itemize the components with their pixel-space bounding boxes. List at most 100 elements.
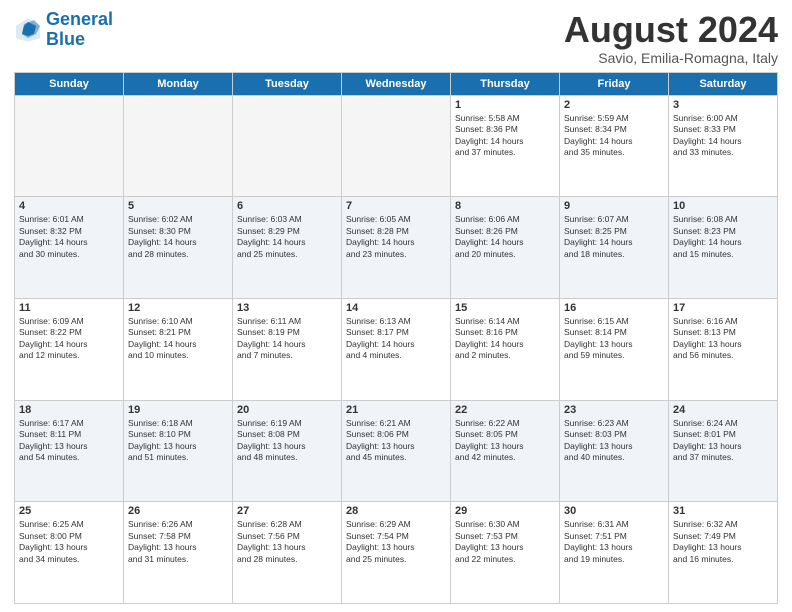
day-number: 24: [673, 404, 773, 416]
day-number: 30: [564, 505, 664, 517]
table-row: 10Sunrise: 6:08 AM Sunset: 8:23 PM Dayli…: [669, 197, 778, 299]
day-info: Sunrise: 6:06 AM Sunset: 8:26 PM Dayligh…: [455, 214, 555, 260]
table-row: 16 Sunrise: 6:15 AM Sunset: 8:14 PM Dayli…: [560, 298, 669, 400]
table-row: 2Sunrise: 5:59 AM Sunset: 8:34 PM Daylig…: [560, 95, 669, 197]
day-number: 9: [564, 200, 664, 212]
day-info: Sunrise: 6:08 AM Sunset: 8:23 PM Dayligh…: [673, 214, 773, 260]
month-title: August 2024: [564, 10, 778, 50]
day-number: 5: [128, 200, 228, 212]
day-number: 8: [455, 200, 555, 212]
table-row: 25Sunrise: 6:25 AM Sunset: 8:00 PM Dayli…: [15, 502, 124, 604]
table-row: 1 Sunrise: 5:58 AM Sunset: 8:36 PM Daylig…: [451, 95, 560, 197]
calendar-table: Sunday Monday Tuesday Wednesday Thursday…: [14, 72, 778, 604]
day-info: Sunrise: 6:29 AM Sunset: 7:54 PM Dayligh…: [346, 519, 446, 565]
day-number: 23: [564, 404, 664, 416]
day-info: Sunrise: 6:05 AM Sunset: 8:28 PM Dayligh…: [346, 214, 446, 260]
table-row: 28 Sunrise: 6:29 AM Sunset: 7:54 PM Dayli…: [342, 502, 451, 604]
day-number: 12: [128, 302, 228, 314]
day-info: Sunrise: 6:15 AM Sunset: 8:14 PM Dayligh…: [564, 316, 664, 362]
table-row: 13Sunrise: 6:11 AM Sunset: 8:19 PM Dayli…: [233, 298, 342, 400]
day-number: 3: [673, 99, 773, 111]
table-row: 27Sunrise: 6:28 AM Sunset: 7:56 PM Dayli…: [233, 502, 342, 604]
table-row: 24Sunrise: 6:24 AM Sunset: 8:01 PM Dayli…: [669, 400, 778, 502]
calendar-row-4: 25Sunrise: 6:25 AM Sunset: 8:00 PM Dayli…: [15, 502, 778, 604]
day-number: 15: [455, 302, 555, 314]
table-row: 8 Sunrise: 6:06 AM Sunset: 8:26 PM Daylig…: [451, 197, 560, 299]
col-monday: Monday: [124, 72, 233, 95]
table-row: 22Sunrise: 6:22 AM Sunset: 8:05 PM Dayli…: [451, 400, 560, 502]
day-number: 20: [237, 404, 337, 416]
day-info: Sunrise: 6:02 AM Sunset: 8:30 PM Dayligh…: [128, 214, 228, 260]
table-row: 5 Sunrise: 6:02 AM Sunset: 8:30 PM Daylig…: [124, 197, 233, 299]
calendar-header-row: Sunday Monday Tuesday Wednesday Thursday…: [15, 72, 778, 95]
logo-line1: General: [46, 9, 113, 29]
table-row: 20 Sunrise: 6:19 AM Sunset: 8:08 PM Dayli…: [233, 400, 342, 502]
col-wednesday: Wednesday: [342, 72, 451, 95]
calendar-row-0: 1 Sunrise: 5:58 AM Sunset: 8:36 PM Daylig…: [15, 95, 778, 197]
day-info: Sunrise: 6:21 AM Sunset: 8:06 PM Dayligh…: [346, 418, 446, 464]
page: General Blue August 2024 Savio, Emilia-R…: [0, 0, 792, 612]
day-info: Sunrise: 6:17 AM Sunset: 8:11 PM Dayligh…: [19, 418, 119, 464]
table-row: 15 Sunrise: 6:14 AM Sunset: 8:16 PM Dayli…: [451, 298, 560, 400]
logo-icon: [14, 16, 42, 44]
day-info: Sunrise: 6:19 AM Sunset: 8:08 PM Dayligh…: [237, 418, 337, 464]
day-info: Sunrise: 6:00 AM Sunset: 8:33 PM Dayligh…: [673, 113, 773, 159]
calendar-row-3: 18 Sunrise: 6:17 AM Sunset: 8:11 PM Dayli…: [15, 400, 778, 502]
day-info: Sunrise: 6:03 AM Sunset: 8:29 PM Dayligh…: [237, 214, 337, 260]
title-block: August 2024 Savio, Emilia-Romagna, Italy: [564, 10, 778, 66]
day-info: Sunrise: 6:13 AM Sunset: 8:17 PM Dayligh…: [346, 316, 446, 362]
logo-text: General Blue: [46, 10, 113, 50]
day-info: Sunrise: 5:58 AM Sunset: 8:36 PM Dayligh…: [455, 113, 555, 159]
col-friday: Friday: [560, 72, 669, 95]
table-row: 31 Sunrise: 6:32 AM Sunset: 7:49 PM Dayli…: [669, 502, 778, 604]
header: General Blue August 2024 Savio, Emilia-R…: [14, 10, 778, 66]
day-info: Sunrise: 6:09 AM Sunset: 8:22 PM Dayligh…: [19, 316, 119, 362]
table-row: 7 Sunrise: 6:05 AM Sunset: 8:28 PM Daylig…: [342, 197, 451, 299]
day-number: 17: [673, 302, 773, 314]
day-info: Sunrise: 6:30 AM Sunset: 7:53 PM Dayligh…: [455, 519, 555, 565]
day-info: Sunrise: 6:18 AM Sunset: 8:10 PM Dayligh…: [128, 418, 228, 464]
day-number: 7: [346, 200, 446, 212]
table-row: 29 Sunrise: 6:30 AM Sunset: 7:53 PM Dayli…: [451, 502, 560, 604]
table-row: 9 Sunrise: 6:07 AM Sunset: 8:25 PM Daylig…: [560, 197, 669, 299]
table-row: 19 Sunrise: 6:18 AM Sunset: 8:10 PM Dayli…: [124, 400, 233, 502]
day-info: Sunrise: 6:14 AM Sunset: 8:16 PM Dayligh…: [455, 316, 555, 362]
table-row: 18 Sunrise: 6:17 AM Sunset: 8:11 PM Dayli…: [15, 400, 124, 502]
day-info: Sunrise: 6:22 AM Sunset: 8:05 PM Dayligh…: [455, 418, 555, 464]
day-info: Sunrise: 6:23 AM Sunset: 8:03 PM Dayligh…: [564, 418, 664, 464]
table-row: [15, 95, 124, 197]
table-row: 23 Sunrise: 6:23 AM Sunset: 8:03 PM Dayli…: [560, 400, 669, 502]
col-saturday: Saturday: [669, 72, 778, 95]
col-sunday: Sunday: [15, 72, 124, 95]
day-info: Sunrise: 6:16 AM Sunset: 8:13 PM Dayligh…: [673, 316, 773, 362]
day-info: Sunrise: 6:01 AM Sunset: 8:32 PM Dayligh…: [19, 214, 119, 260]
table-row: 21 Sunrise: 6:21 AM Sunset: 8:06 PM Dayli…: [342, 400, 451, 502]
day-number: 31: [673, 505, 773, 517]
table-row: 14 Sunrise: 6:13 AM Sunset: 8:17 PM Dayli…: [342, 298, 451, 400]
day-info: Sunrise: 5:59 AM Sunset: 8:34 PM Dayligh…: [564, 113, 664, 159]
calendar-row-1: 4 Sunrise: 6:01 AM Sunset: 8:32 PM Daylig…: [15, 197, 778, 299]
logo: General Blue: [14, 10, 113, 50]
day-number: 4: [19, 200, 119, 212]
table-row: 30 Sunrise: 6:31 AM Sunset: 7:51 PM Dayli…: [560, 502, 669, 604]
day-info: Sunrise: 6:31 AM Sunset: 7:51 PM Dayligh…: [564, 519, 664, 565]
day-number: 27: [237, 505, 337, 517]
day-number: 1: [455, 99, 555, 111]
day-info: Sunrise: 6:26 AM Sunset: 7:58 PM Dayligh…: [128, 519, 228, 565]
day-number: 18: [19, 404, 119, 416]
day-number: 19: [128, 404, 228, 416]
day-info: Sunrise: 6:25 AM Sunset: 8:00 PM Dayligh…: [19, 519, 119, 565]
col-thursday: Thursday: [451, 72, 560, 95]
table-row: 4 Sunrise: 6:01 AM Sunset: 8:32 PM Daylig…: [15, 197, 124, 299]
day-info: Sunrise: 6:32 AM Sunset: 7:49 PM Dayligh…: [673, 519, 773, 565]
col-tuesday: Tuesday: [233, 72, 342, 95]
day-number: 29: [455, 505, 555, 517]
day-info: Sunrise: 6:07 AM Sunset: 8:25 PM Dayligh…: [564, 214, 664, 260]
table-row: 12Sunrise: 6:10 AM Sunset: 8:21 PM Dayli…: [124, 298, 233, 400]
table-row: [233, 95, 342, 197]
day-number: 28: [346, 505, 446, 517]
table-row: 6Sunrise: 6:03 AM Sunset: 8:29 PM Daylig…: [233, 197, 342, 299]
day-number: 16: [564, 302, 664, 314]
day-number: 14: [346, 302, 446, 314]
day-number: 21: [346, 404, 446, 416]
